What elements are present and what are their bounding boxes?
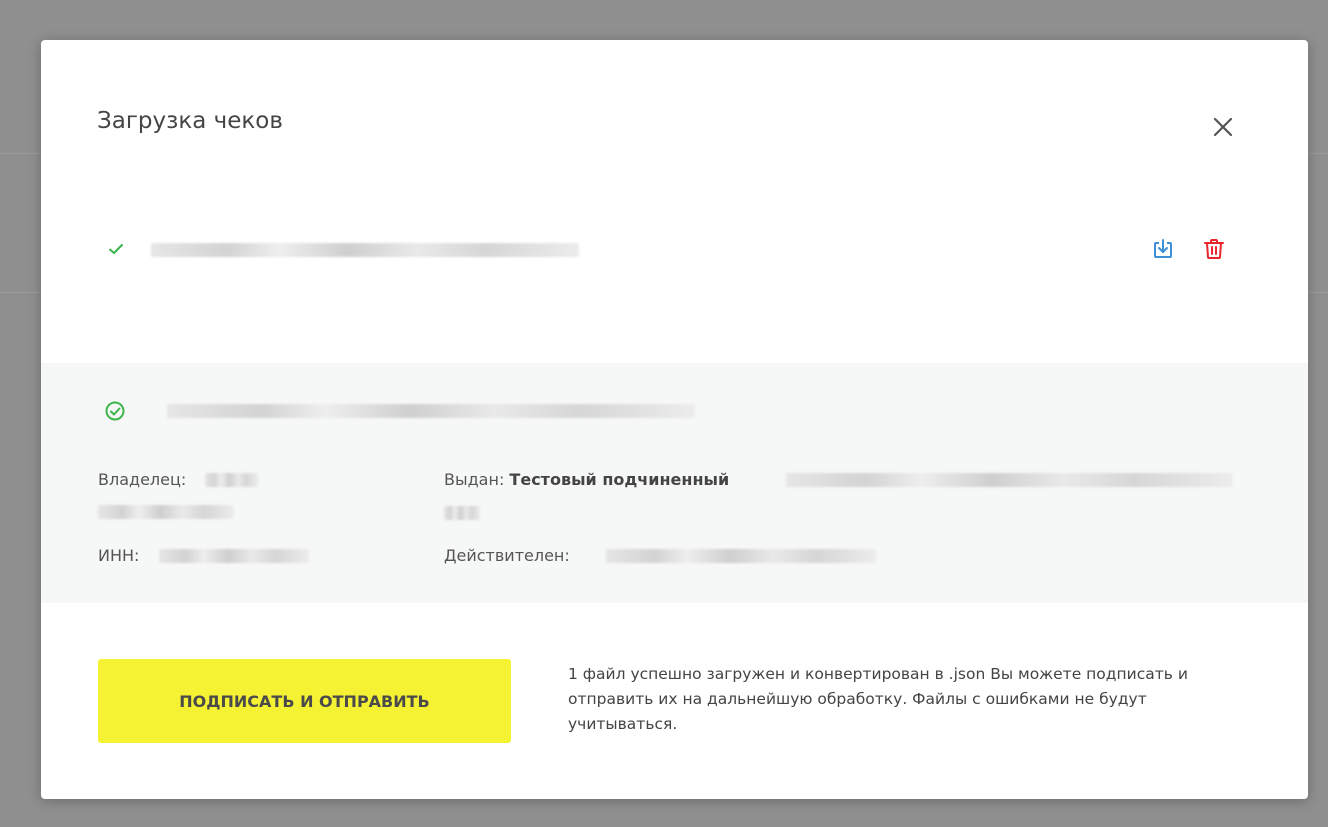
certificate-panel[interactable]: Владелец: ИНН: Выдан: Тестовый подчиненн… (41, 363, 1308, 603)
issued-by: Выдан: Тестовый подчиненный (444, 469, 729, 491)
check-icon (107, 240, 125, 258)
sign-and-send-button[interactable]: ПОДПИСАТЬ И ОТПРАВИТЬ (98, 659, 511, 743)
download-button[interactable] (1151, 237, 1175, 261)
inn-label: ИНН: (98, 546, 140, 565)
owner-value (205, 473, 258, 487)
check-circle-icon (104, 400, 126, 422)
upload-receipts-dialog: Загрузка чеков Владелец: ИНН: Выдан: Тес… (41, 40, 1308, 799)
issued-value-details-continued (444, 506, 480, 520)
valid-period-value (606, 549, 876, 563)
uploaded-file-row (41, 220, 1308, 280)
file-name (151, 243, 579, 257)
issued-label: Выдан: (444, 470, 505, 489)
issued-value: Тестовый подчиненный (509, 470, 730, 489)
delete-button[interactable] (1202, 237, 1226, 261)
valid-label: Действителен: (444, 546, 570, 565)
upload-info-message: 1 файл успешно загружен и конвертирован … (568, 665, 1188, 733)
close-icon (1213, 117, 1233, 137)
certificate-name (167, 404, 695, 418)
trash-icon (1204, 239, 1224, 259)
close-button[interactable] (1208, 112, 1238, 142)
issued-value-details (786, 473, 1233, 487)
download-icon (1154, 239, 1172, 258)
owner-value-continued (98, 505, 234, 519)
inn-value (159, 549, 309, 563)
owner-label: Владелец: (98, 470, 187, 489)
dialog-title: Загрузка чеков (97, 108, 283, 134)
